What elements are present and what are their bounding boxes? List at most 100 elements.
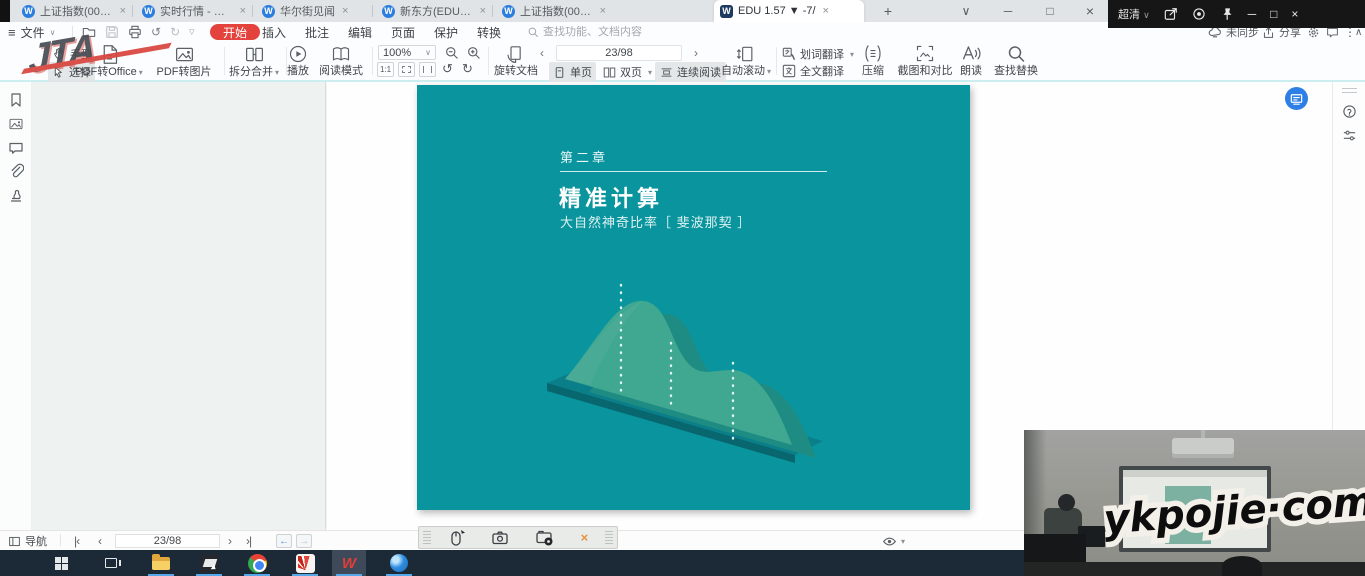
file-menu[interactable]: ≡ 文件 ∨ (8, 22, 55, 42)
images-panel-icon[interactable] (8, 116, 24, 132)
redo-icon[interactable]: ↻ (170, 25, 180, 39)
print-icon[interactable] (128, 25, 142, 39)
pdf-to-image-button[interactable]: PDF转图片 (148, 44, 220, 78)
menu-tab-protect[interactable]: 保护 (434, 22, 458, 42)
zoom-level-select[interactable]: 100% ∨ (378, 45, 436, 60)
new-tab-button[interactable]: + (874, 0, 902, 22)
history-forward-button[interactable]: → (296, 534, 312, 548)
tab-close-icon[interactable]: × (342, 5, 348, 17)
undo-icon[interactable]: ↺ (151, 25, 161, 39)
save-icon[interactable] (105, 25, 119, 39)
full-translate-button[interactable]: 全文翻译 (782, 63, 844, 79)
navigation-pane[interactable] (32, 82, 326, 530)
fit-page-button[interactable] (398, 62, 415, 77)
tab-edu-active[interactable]: W EDU 1.57 ▼ -7/ × (714, 0, 864, 22)
tab-wallstreetcn[interactable]: W 华尔街见闻 × (256, 0, 372, 22)
presentation-app-button[interactable] (192, 550, 226, 576)
single-page-button[interactable]: 单页 (549, 62, 596, 82)
attachment-panel-icon[interactable] (8, 163, 24, 179)
drag-grip-icon[interactable] (423, 531, 431, 545)
file-explorer-button[interactable] (144, 550, 178, 576)
next-page-button[interactable]: › (228, 531, 231, 551)
edge-browser-button[interactable] (382, 550, 416, 576)
tab-realtime-quotes[interactable]: W 实时行情 - 华尔街 × (136, 0, 252, 22)
recorder-pin-icon[interactable] (1220, 7, 1234, 21)
recorder-maximize-button[interactable]: □ (1270, 7, 1277, 21)
drag-grip-icon[interactable] (605, 531, 613, 545)
task-view-button[interactable] (94, 550, 128, 576)
display-settings-icon[interactable] (1342, 128, 1357, 143)
wps-office-button[interactable]: W (332, 550, 366, 576)
tab-stock-index-1[interactable]: W 上证指数(00000 × (16, 0, 132, 22)
tab-close-icon[interactable]: × (240, 5, 246, 17)
window-maximize-button[interactable]: □ (1036, 0, 1064, 22)
recorder-record-icon[interactable] (1192, 7, 1206, 21)
close-capture-icon[interactable]: × (581, 530, 589, 545)
navigation-toggle[interactable]: 导航 (8, 531, 47, 551)
tab-close-icon[interactable]: × (600, 5, 606, 17)
pdf-to-office-button[interactable]: PDF转Office▾ (70, 44, 148, 78)
start-button[interactable] (44, 550, 78, 576)
menu-tab-edit[interactable]: 编辑 (348, 22, 372, 42)
chrome-button[interactable] (240, 550, 274, 576)
recorder-quality-label[interactable]: 超清 ∨ (1118, 6, 1150, 22)
window-close-button[interactable]: × (1076, 0, 1104, 22)
previous-page-icon[interactable]: ‹ (540, 46, 544, 60)
cards-app-button[interactable] (288, 550, 322, 576)
rotate-right-icon[interactable]: ↻ (462, 61, 473, 77)
tab-close-icon[interactable]: × (823, 5, 829, 17)
more-tools-chevron-icon[interactable]: ▽ (189, 28, 194, 36)
camera-capture-icon[interactable] (491, 529, 509, 547)
tab-list-chevron-icon[interactable]: ∨ (952, 0, 980, 22)
double-page-button[interactable]: 双页 ▾ (599, 62, 656, 82)
menu-tab-annotate[interactable]: 批注 (305, 22, 329, 42)
tab-close-icon[interactable]: × (480, 5, 486, 17)
actual-size-button[interactable]: 1:1 (377, 62, 394, 77)
split-merge-button[interactable]: 拆分合并▾ (226, 44, 282, 78)
page-indicator-input[interactable]: 23/98 (556, 45, 682, 61)
menu-tab-home[interactable]: 开始 (210, 24, 260, 40)
word-translate-button[interactable]: 划词翻译 ▾ (782, 46, 854, 62)
window-minimize-button[interactable]: ─ (994, 0, 1022, 22)
menu-tab-convert[interactable]: 转换 (477, 22, 501, 42)
help-icon[interactable] (1342, 104, 1357, 119)
quick-tools-badge[interactable] (1285, 87, 1308, 110)
compress-button[interactable]: 压缩 (856, 43, 890, 77)
read-mode-button[interactable]: 阅读模式 (316, 44, 366, 77)
fit-width-button[interactable] (419, 62, 436, 77)
capture-floating-toolbar[interactable]: × (418, 526, 618, 549)
rotate-left-icon[interactable]: ↺ (442, 61, 453, 77)
read-aloud-button[interactable]: 朗读 (954, 43, 988, 77)
stamp-panel-icon[interactable] (8, 187, 24, 203)
recorder-close-button[interactable]: × (1291, 7, 1298, 21)
auto-scroll-button[interactable]: 自动滚动▾ (718, 44, 774, 77)
next-page-icon[interactable]: › (694, 46, 698, 60)
tab-close-icon[interactable]: × (120, 5, 126, 17)
webcam-overlay[interactable]: ykpojie·com (1024, 430, 1365, 576)
recorder-share-icon[interactable] (1164, 7, 1178, 21)
menu-tab-insert[interactable]: 插入 (262, 22, 286, 42)
pdf-page[interactable]: 第二章 精准计算 大自然神奇比率［ 斐波那契 ］ (417, 85, 970, 510)
search-input[interactable] (543, 26, 703, 38)
eye-protect-button[interactable]: ▾ (882, 531, 905, 551)
previous-page-button[interactable]: ‹ (98, 531, 101, 551)
recorder-minimize-button[interactable]: ─ (1248, 7, 1257, 21)
first-page-button[interactable]: |‹ (74, 531, 79, 551)
zoom-in-icon[interactable] (466, 45, 481, 60)
menu-tab-page[interactable]: 页面 (391, 22, 415, 42)
last-page-button[interactable]: ›| (246, 531, 251, 551)
continuous-read-button[interactable]: 连续阅读 (655, 62, 726, 82)
play-button[interactable]: 播放 (280, 44, 316, 77)
history-back-button[interactable]: ← (276, 534, 292, 548)
find-replace-button[interactable]: 查找替换 (990, 43, 1042, 77)
camera-settings-icon[interactable] (535, 528, 555, 548)
mouse-tool-icon[interactable] (448, 529, 466, 547)
bookmarks-panel-icon[interactable] (8, 92, 24, 108)
drag-grip-icon[interactable] (1342, 88, 1357, 96)
comments-panel-icon[interactable] (8, 140, 24, 156)
screenshot-compare-button[interactable]: 截图和对比 (894, 43, 956, 77)
tab-stock-index-2[interactable]: W 上证指数(00000 × (496, 0, 612, 22)
tab-edu-nyse[interactable]: W 新东方(EDU.NYS × (376, 0, 492, 22)
zoom-out-icon[interactable] (444, 45, 459, 60)
open-file-icon[interactable] (82, 25, 96, 39)
